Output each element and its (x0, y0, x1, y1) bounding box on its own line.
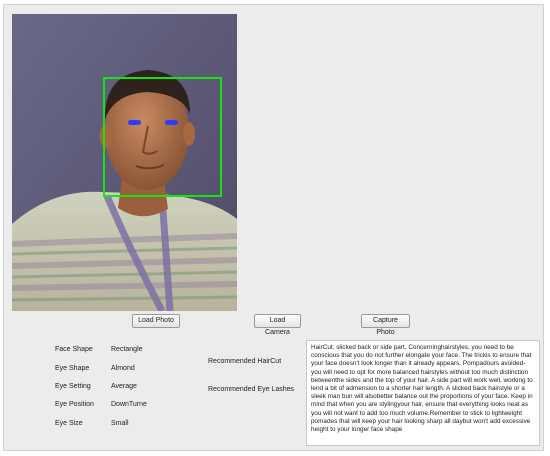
load-camera-button[interactable]: Load Camera (254, 314, 301, 336)
eye-size-label: Eye Size (55, 420, 83, 427)
face-shape-value: Rectangle (111, 346, 143, 353)
face-shape-label: Face Shape (55, 346, 93, 353)
left-eye-marker (128, 120, 141, 125)
capture-photo-button[interactable]: Capture Photo (361, 314, 410, 336)
photo-preview (12, 14, 237, 311)
face-detection-box (103, 77, 222, 197)
eye-setting-label: Eye Setting (55, 383, 91, 390)
eye-shape-label: Eye Shape (55, 365, 90, 372)
app-window: Load Photo Load Camera Capture Photo Fac… (3, 4, 544, 451)
right-eye-marker (165, 120, 178, 125)
eye-position-label: Eye Position (55, 401, 94, 408)
eye-setting-value: Average (111, 383, 137, 390)
load-photo-button[interactable]: Load Photo (132, 314, 180, 328)
recommended-haircut-label: Recommended HairCut (208, 358, 282, 365)
eye-size-value: Small (111, 420, 129, 427)
eye-shape-value: Almond (111, 365, 135, 372)
recommended-eyelashes-label: Recommended Eye Lashes (208, 386, 294, 393)
recommendation-textbox[interactable]: HairCut: slicked back or side part. Conc… (306, 340, 540, 446)
eye-position-value: DownTurne (111, 401, 147, 408)
